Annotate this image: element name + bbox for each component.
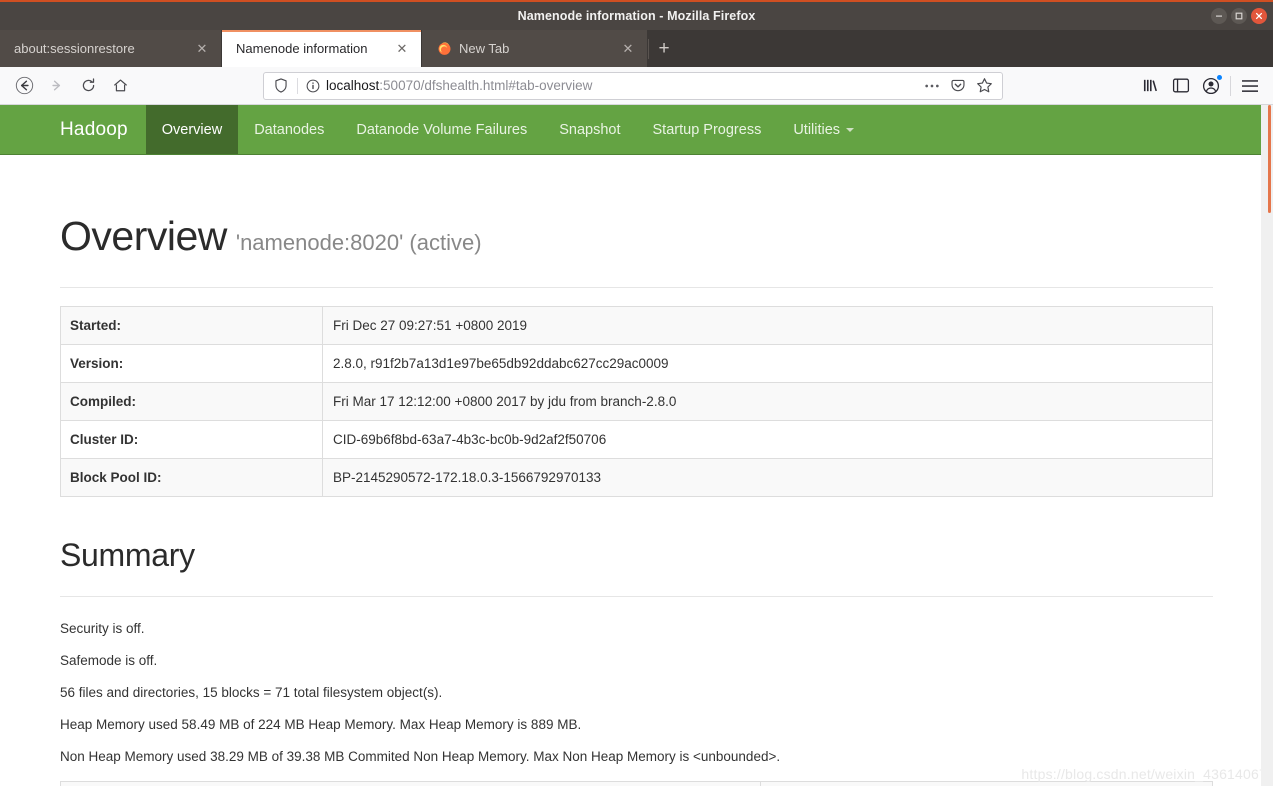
firefox-window: Namenode information - Mozilla Firefox a… [0, 0, 1273, 786]
page-title-subtext: 'namenode:8020' (active) [235, 230, 482, 255]
table-row: Block Pool ID: BP-2145290572-172.18.0.3-… [60, 458, 1213, 497]
toolbar-right-actions [1136, 71, 1265, 101]
row-label: Compiled: [60, 382, 323, 421]
new-tab-button[interactable]: + [649, 30, 679, 67]
page-scrollbar[interactable] [1261, 105, 1273, 786]
browser-toolbar: localhost:50070/dfshealth.html#tab-overv… [0, 67, 1273, 105]
page-viewport: Hadoop Overview Datanodes Datanode Volum… [0, 105, 1273, 786]
table-row: Started: Fri Dec 27 09:27:51 +0800 2019 [60, 306, 1213, 345]
bookmark-star-icon[interactable] [972, 74, 996, 98]
page-actions-icon[interactable] [920, 74, 944, 98]
tab-close-icon[interactable]: ✕ [393, 40, 411, 58]
scrollbar-thumb[interactable] [1268, 105, 1271, 213]
address-bar-actions [920, 74, 996, 98]
minimize-icon[interactable] [1211, 8, 1227, 24]
nav-item-startup-progress[interactable]: Startup Progress [637, 105, 778, 154]
nav-item-label: Overview [161, 121, 223, 138]
forward-icon[interactable] [40, 71, 72, 101]
tab-title: New Tab [459, 41, 510, 56]
nav-item-label: Datanodes [254, 121, 325, 138]
back-icon[interactable] [8, 71, 40, 101]
browser-tab-new-tab[interactable]: New Tab ✕ [422, 30, 648, 67]
url-host: localhost [326, 78, 380, 93]
summary-line: Safemode is off. [60, 653, 158, 669]
reload-icon[interactable] [72, 71, 104, 101]
window-controls [1211, 8, 1267, 24]
browser-tab-session-restore[interactable]: about:sessionrestore ✕ [0, 30, 222, 67]
row-value: 1.97 TB [761, 782, 1213, 786]
close-icon[interactable] [1251, 8, 1267, 24]
home-icon[interactable] [104, 71, 136, 101]
summary-divider [60, 596, 1213, 598]
tab-title: Namenode information [236, 41, 368, 56]
summary-text-block: Security is off. Safemode is off. 56 fil… [60, 621, 1213, 764]
overview-info-table: Started: Fri Dec 27 09:27:51 +0800 2019 … [60, 306, 1213, 498]
nav-item-snapshot[interactable]: Snapshot [543, 105, 636, 154]
row-label: Block Pool ID: [60, 458, 323, 497]
nav-item-label: Startup Progress [652, 121, 762, 138]
maximize-icon[interactable] [1231, 8, 1247, 24]
summary-line: Heap Memory used 58.49 MB of 224 MB Heap… [60, 717, 582, 733]
account-icon[interactable] [1196, 71, 1226, 101]
shield-icon[interactable] [270, 78, 292, 93]
row-value: 2.8.0, r91f2b7a13d1e97be65db92ddabc627cc… [333, 356, 669, 372]
title-bar: Namenode information - Mozilla Firefox [0, 0, 1273, 30]
page-content: Overview 'namenode:8020' (active) Started… [0, 213, 1273, 786]
tab-strip: about:sessionrestore ✕ Namenode informat… [0, 30, 1273, 67]
row-label: Started: [60, 306, 323, 345]
account-badge [1217, 74, 1222, 80]
table-row: Configured Capacity: 1.97 TB [60, 781, 1213, 786]
table-row: Compiled: Fri Mar 17 12:12:00 +0800 2017… [60, 382, 1213, 421]
summary-heading: Summary [60, 537, 195, 574]
chevron-down-icon [846, 127, 855, 132]
summary-line: Non Heap Memory used 38.29 MB of 39.38 M… [60, 749, 781, 765]
nav-item-utilities[interactable]: Utilities [777, 105, 870, 154]
firefox-icon [436, 41, 452, 57]
page-title: Overview 'namenode:8020' (active) [60, 213, 1213, 259]
pocket-icon[interactable] [946, 74, 970, 98]
row-label: Configured Capacity: [60, 781, 761, 786]
url-text[interactable]: localhost:50070/dfshealth.html#tab-overv… [323, 78, 920, 93]
row-label: Version: [60, 344, 323, 383]
app-menu-icon[interactable] [1235, 71, 1265, 101]
browser-tab-namenode-information[interactable]: Namenode information ✕ [222, 30, 422, 67]
hadoop-navbar: Hadoop Overview Datanodes Datanode Volum… [0, 105, 1273, 155]
nav-item-overview[interactable]: Overview [145, 105, 239, 154]
nav-item-label: Datanode Volume Failures [356, 121, 528, 138]
tab-close-icon[interactable]: ✕ [193, 40, 211, 58]
table-row: Cluster ID: CID-69b6f8bd-63a7-4b3c-bc0b-… [60, 420, 1213, 459]
nav-item-label: Snapshot [559, 121, 621, 138]
row-value: Fri Dec 27 09:27:51 +0800 2019 [333, 318, 528, 334]
page-info-icon[interactable] [303, 79, 323, 93]
summary-line: 56 files and directories, 15 blocks = 71… [60, 685, 443, 701]
url-path: :50070/dfshealth.html#tab-overview [379, 78, 593, 93]
row-value: BP-2145290572-172.18.0.3-1566792970133 [333, 470, 601, 486]
library-icon[interactable] [1136, 71, 1166, 101]
summary-line: Security is off. [60, 621, 145, 637]
window-title: Namenode information - Mozilla Firefox [517, 9, 756, 23]
row-label: Cluster ID: [60, 420, 323, 459]
toolbar-divider [1230, 75, 1231, 96]
summary-table: Configured Capacity: 1.97 TB [60, 781, 1213, 786]
nav-item-label: Utilities [793, 121, 841, 138]
tab-close-icon[interactable]: ✕ [619, 40, 637, 58]
nav-item-datanodes[interactable]: Datanodes [238, 105, 340, 154]
tab-title: about:sessionrestore [14, 41, 135, 56]
title-divider [60, 287, 1213, 289]
address-bar[interactable]: localhost:50070/dfshealth.html#tab-overv… [263, 71, 1003, 100]
nav-item-datanode-volume-failures[interactable]: Datanode Volume Failures [340, 105, 543, 154]
row-value: CID-69b6f8bd-63a7-4b3c-bc0b-9d2af2f50706 [333, 432, 607, 448]
page-title-text: Overview [60, 213, 227, 259]
address-bar-divider [297, 77, 298, 94]
sidebar-icon[interactable] [1166, 71, 1196, 101]
table-row: Version: 2.8.0, r91f2b7a13d1e97be65db92d… [60, 344, 1213, 383]
row-value: Fri Mar 17 12:12:00 +0800 2017 by jdu fr… [333, 394, 677, 410]
hadoop-brand[interactable]: Hadoop [0, 105, 146, 154]
